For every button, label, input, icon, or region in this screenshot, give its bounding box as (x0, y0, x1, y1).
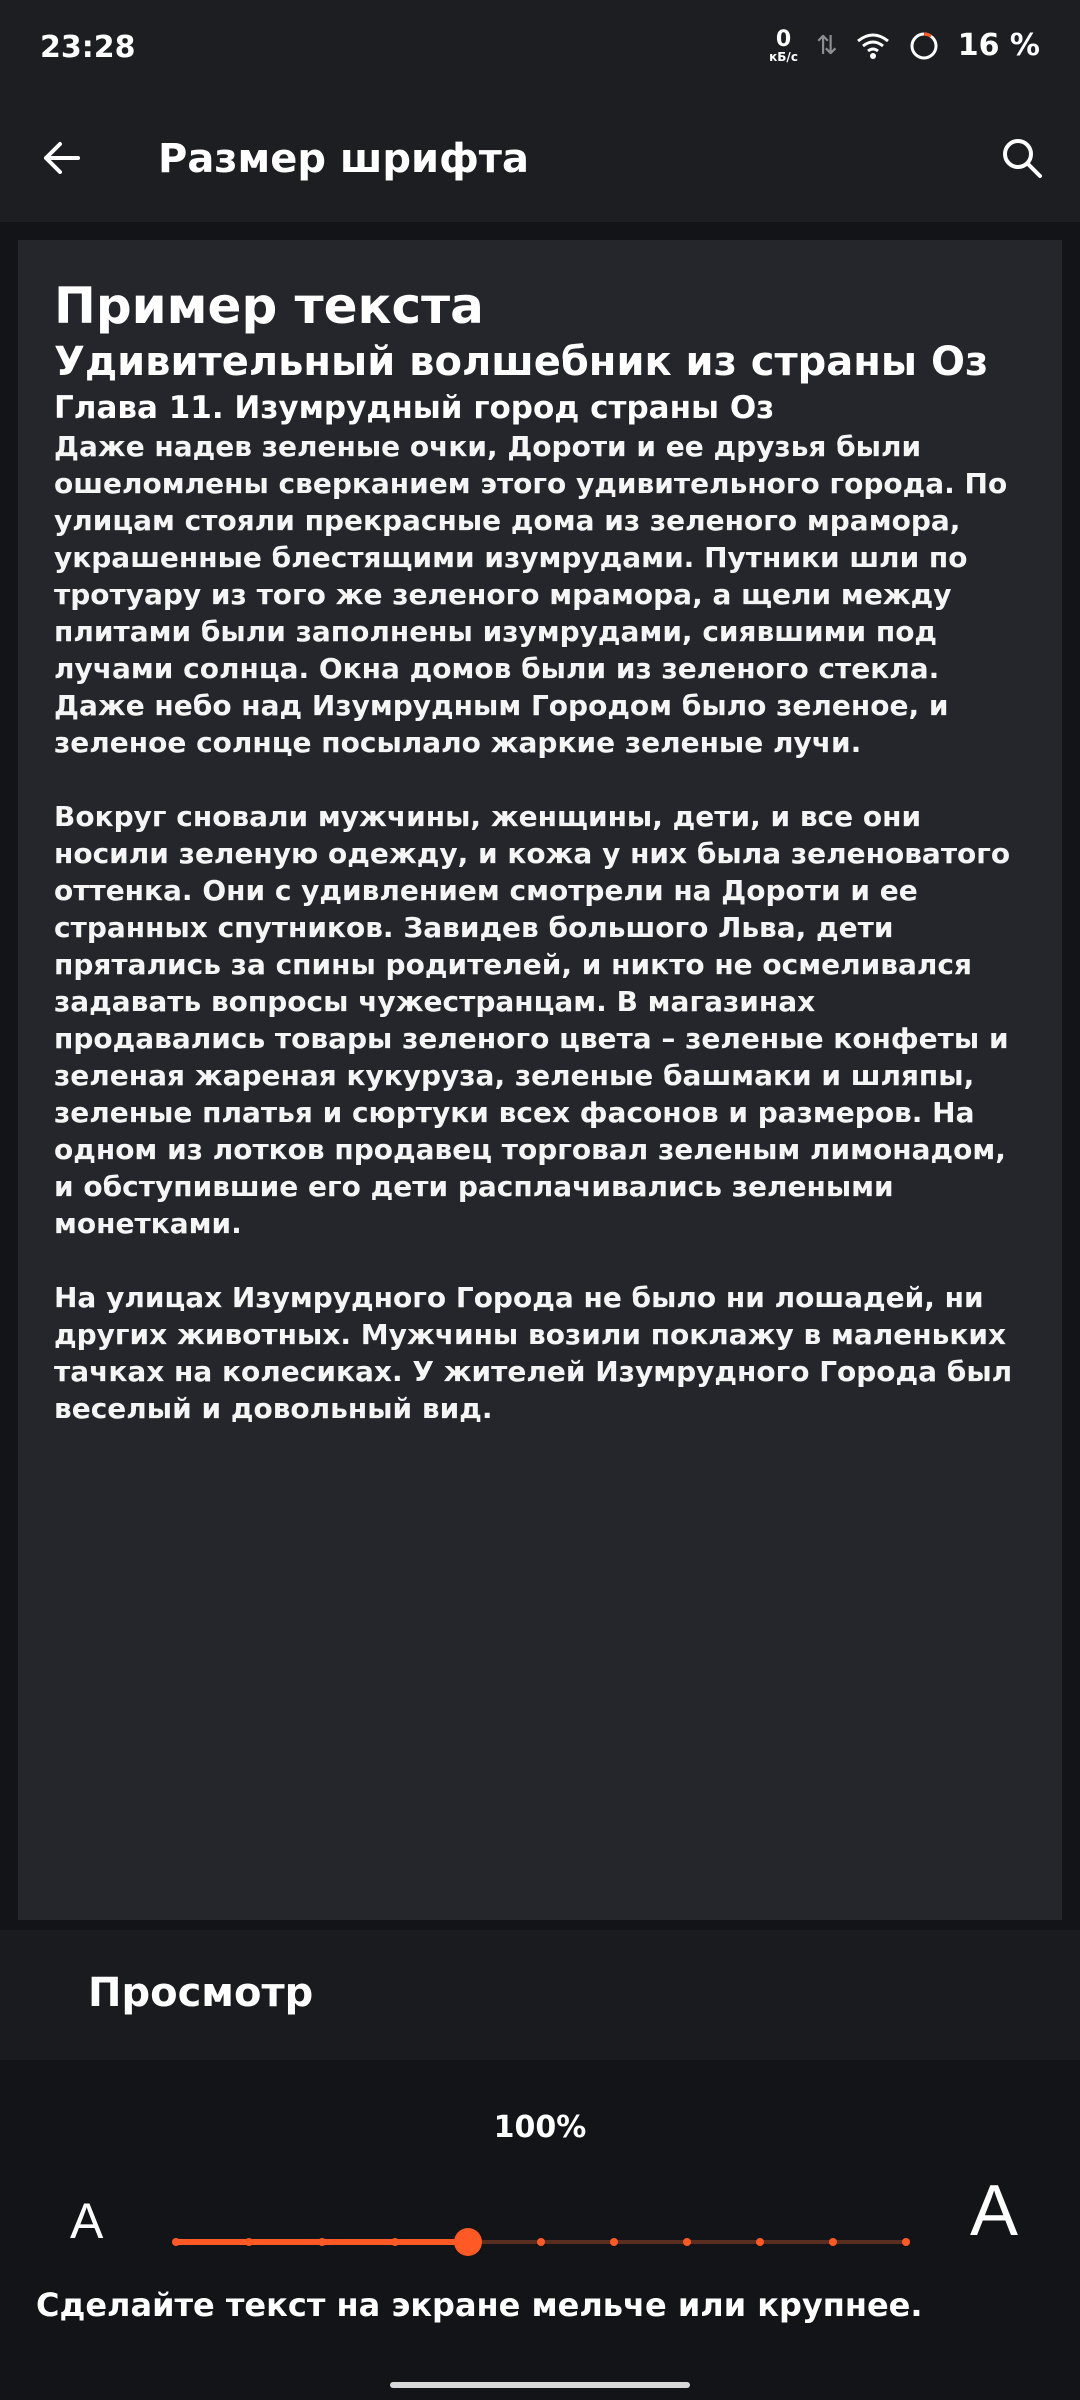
arrow-left-icon (44, 142, 80, 174)
larger-font-button[interactable]: A (970, 2170, 1018, 2252)
network-speed: 0 кБ/с (769, 26, 798, 64)
battery-percent: 16 % (957, 28, 1040, 63)
slider-step-tick[interactable] (756, 2238, 764, 2246)
slider-step-tick[interactable] (391, 2238, 399, 2246)
slider-step-tick[interactable] (172, 2238, 180, 2246)
slider-step-tick[interactable] (537, 2238, 545, 2246)
book-title: Удивительный волшебник из страны Оз (54, 339, 989, 385)
search-button[interactable] (992, 128, 1052, 188)
search-icon (1003, 139, 1042, 178)
slider-step-tick[interactable] (683, 2238, 691, 2246)
app-bar: Размер шрифта (0, 100, 1080, 222)
preview-tab-bar: Просмотр (0, 1930, 1080, 2060)
status-bar: 23:28 0 кБ/с ⇅ 16 % (0, 0, 1080, 100)
slider-step-tick[interactable] (902, 2238, 910, 2246)
chapter-title: Глава 11. Изумрудный город страны Оз (54, 390, 775, 426)
text-preview-card: Пример текста Удивительный волшебник из … (18, 240, 1062, 1920)
preview-label: Просмотр (88, 1970, 314, 2016)
status-time: 23:28 (40, 30, 136, 65)
font-size-controls: 100% A A Сделайте текст на экране мельче… (0, 2062, 1080, 2400)
preview-paragraph: Даже надев зеленые очки, Дороти и ее дру… (54, 430, 1008, 759)
smaller-font-button[interactable]: A (70, 2192, 103, 2250)
network-speed-value: 0 (775, 26, 792, 52)
slider-step-tick[interactable] (610, 2238, 618, 2246)
slider-thumb[interactable] (454, 2228, 482, 2256)
preview-paragraph: Вокруг сновали мужчины, женщины, дети, и… (54, 800, 1011, 1240)
gesture-nav-handle (390, 2382, 690, 2388)
page-title: Размер шрифта (158, 136, 529, 182)
font-size-hint: Сделайте текст на экране мельче или круп… (36, 2286, 923, 2324)
slider-step-tick[interactable] (245, 2238, 253, 2246)
font-size-percent: 100% (493, 2110, 587, 2145)
wifi-icon (856, 32, 890, 60)
slider-step-tick[interactable] (318, 2238, 326, 2246)
preview-paragraph: На улицах Изумрудного Города не было ни … (54, 1281, 1013, 1425)
battery-icon (908, 30, 940, 62)
back-button[interactable] (34, 128, 94, 188)
font-size-slider[interactable] (172, 2228, 910, 2256)
status-icons: 0 кБ/с ⇅ 16 % (769, 28, 1040, 63)
data-arrows-icon: ⇅ (815, 30, 838, 61)
sample-title: Пример текста (54, 277, 484, 335)
slider-step-tick[interactable] (829, 2238, 837, 2246)
network-speed-unit: кБ/с (769, 49, 798, 64)
